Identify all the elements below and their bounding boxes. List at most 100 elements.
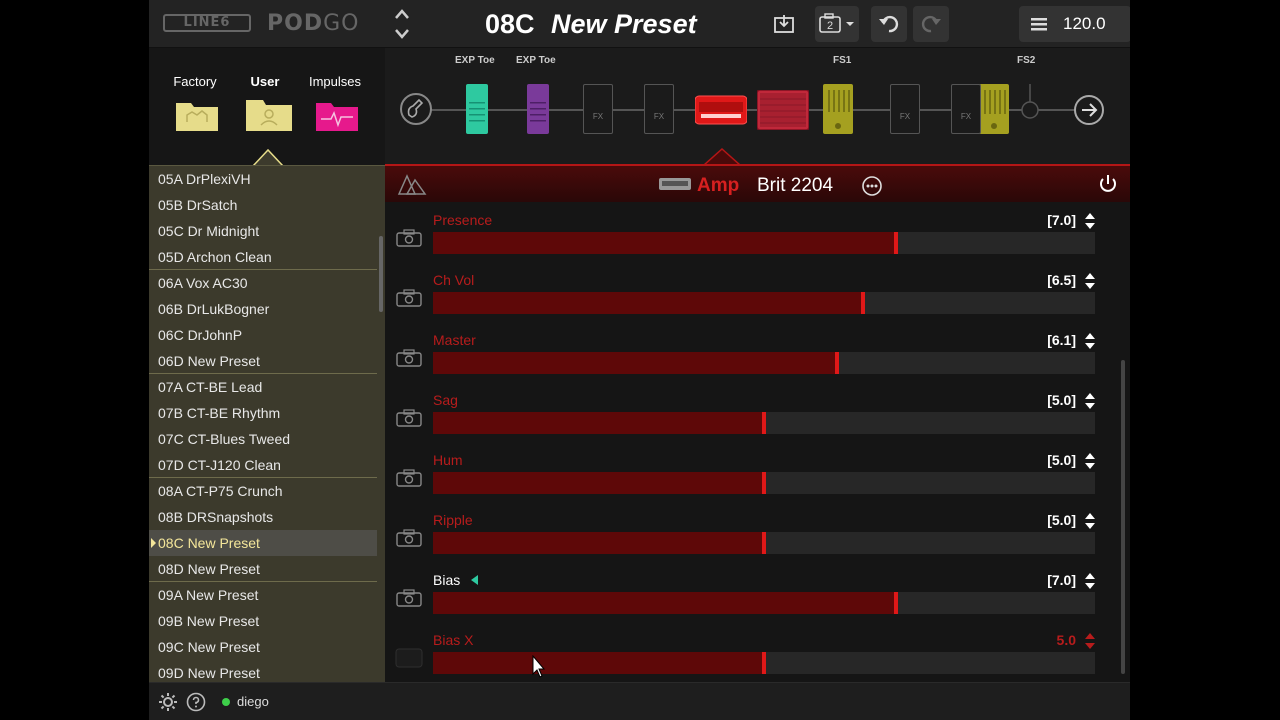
amp-head-icon[interactable] — [695, 94, 747, 126]
value-stepper-icon[interactable] — [1084, 452, 1096, 470]
param-value[interactable]: [6.1] — [1047, 332, 1076, 348]
list-item[interactable]: 08B DRSnapshots — [149, 504, 377, 530]
param-slider-handle[interactable] — [762, 652, 766, 674]
fx-slot-empty-3[interactable]: FX — [890, 84, 920, 134]
list-item[interactable]: 09C New Preset — [149, 634, 377, 660]
list-item[interactable]: 07B CT-BE Rhythm — [149, 400, 377, 426]
param-slider-handle[interactable] — [835, 352, 839, 374]
param-slider-handle[interactable] — [762, 532, 766, 554]
selected-block-pointer — [704, 147, 740, 165]
param-name: Presence — [433, 212, 493, 228]
list-item[interactable]: 09A New Preset — [149, 582, 377, 608]
snapshot-camera-icon[interactable] — [395, 348, 423, 368]
list-item-selected[interactable]: 08C New Preset — [149, 530, 377, 556]
param-slider[interactable] — [433, 232, 1095, 254]
list-item[interactable]: 07D CT-J120 Clean — [149, 452, 377, 478]
param-slider[interactable] — [433, 592, 1095, 614]
param-slider-handle[interactable] — [894, 232, 898, 254]
param-value[interactable]: [6.5] — [1047, 272, 1076, 288]
snapshot-camera-icon[interactable] — [395, 288, 423, 308]
fs2-empty-slot-icon[interactable] — [1018, 84, 1042, 136]
fx-slot-empty-4[interactable]: FX — [951, 84, 981, 134]
list-item[interactable]: 06A Vox AC30 — [149, 270, 377, 296]
param-slider-fill — [433, 532, 764, 554]
factory-folder-icon[interactable] — [175, 98, 219, 132]
preset-up-down-arrows[interactable] — [391, 6, 413, 42]
list-item[interactable]: 08A CT-P75 Crunch — [149, 478, 377, 504]
snapshot-camera-icon[interactable] — [395, 648, 423, 668]
snapshot-selector[interactable]: 2 — [815, 6, 859, 42]
user-folder-icon[interactable] — [245, 96, 293, 132]
param-name: Ripple — [433, 512, 473, 528]
volume-pedal-icon[interactable] — [465, 84, 489, 136]
preset-number[interactable]: 08C — [485, 9, 535, 40]
param-value[interactable]: [5.0] — [1047, 452, 1076, 468]
param-slider-handle[interactable] — [762, 412, 766, 434]
value-stepper-icon[interactable] — [1084, 632, 1096, 650]
param-row: Bias X 5.0 — [385, 622, 1130, 682]
snapshot-camera-icon[interactable] — [395, 528, 423, 548]
param-slider[interactable] — [433, 532, 1095, 554]
power-icon[interactable] — [1097, 173, 1119, 195]
more-options-icon[interactable] — [861, 175, 883, 197]
fx-slot-empty-2[interactable]: FX — [644, 84, 674, 134]
tab-factory[interactable]: Factory — [165, 74, 225, 89]
value-stepper-icon[interactable] — [1084, 332, 1096, 350]
snapshot-camera-icon[interactable] — [395, 588, 423, 608]
snapshot-camera-icon[interactable] — [395, 228, 423, 248]
list-item[interactable]: 05A DrPlexiVH — [149, 166, 377, 192]
list-item[interactable]: 06B DrLukBogner — [149, 296, 377, 322]
param-slider-handle[interactable] — [861, 292, 865, 314]
help-icon[interactable] — [186, 692, 206, 712]
model-library-icon[interactable] — [397, 172, 427, 196]
param-slider[interactable] — [433, 292, 1095, 314]
param-slider[interactable] — [433, 412, 1095, 434]
tempo-button[interactable]: 120.0 — [1019, 6, 1130, 42]
list-item[interactable]: 06C DrJohnP — [149, 322, 377, 348]
list-item[interactable]: 07C CT-Blues Tweed — [149, 426, 377, 452]
preset-name[interactable]: New Preset — [551, 9, 697, 40]
list-item[interactable]: 08D New Preset — [149, 556, 377, 582]
param-row: Ripple [5.0] — [385, 502, 1130, 562]
value-stepper-icon[interactable] — [1084, 512, 1096, 530]
amp-model-name[interactable]: Brit 2204 — [757, 175, 833, 197]
list-item[interactable]: 05C Dr Midnight — [149, 218, 377, 244]
tab-user[interactable]: User — [235, 74, 295, 89]
list-item[interactable]: 05B DrSatch — [149, 192, 377, 218]
eq-pedal-icon[interactable] — [979, 84, 1009, 136]
param-value[interactable]: [5.0] — [1047, 392, 1076, 408]
param-slider-handle[interactable] — [762, 472, 766, 494]
user-name[interactable]: diego — [237, 694, 269, 709]
undo-button[interactable] — [871, 6, 907, 42]
eq-pedal-fs1-icon[interactable] — [823, 84, 853, 136]
list-item[interactable]: 07A CT-BE Lead — [149, 374, 377, 400]
value-stepper-icon[interactable] — [1084, 272, 1096, 290]
snapshot-camera-icon[interactable] — [395, 408, 423, 428]
list-item[interactable]: 06D New Preset — [149, 348, 377, 374]
param-slider[interactable] — [433, 352, 1095, 374]
param-value[interactable]: [7.0] — [1047, 212, 1076, 228]
save-icon[interactable] — [771, 8, 797, 40]
wah-pedal-icon[interactable] — [526, 84, 550, 136]
fx-slot-empty-1[interactable]: FX — [583, 84, 613, 134]
value-stepper-icon[interactable] — [1084, 572, 1096, 590]
cabinet-icon[interactable] — [757, 90, 809, 130]
snapshot-camera-icon[interactable] — [395, 468, 423, 488]
param-slider[interactable] — [433, 472, 1095, 494]
list-item[interactable]: 09D New Preset — [149, 660, 377, 682]
redo-button[interactable] — [913, 6, 949, 42]
param-value[interactable]: [5.0] — [1047, 512, 1076, 528]
param-value[interactable]: [7.0] — [1047, 572, 1076, 588]
impulses-folder-icon[interactable] — [315, 98, 359, 132]
value-stepper-icon[interactable] — [1084, 212, 1096, 230]
list-item[interactable]: 09B New Preset — [149, 608, 377, 634]
value-stepper-icon[interactable] — [1084, 392, 1096, 410]
list-item[interactable]: 05D Archon Clean — [149, 244, 377, 270]
param-slider-handle[interactable] — [894, 592, 898, 614]
output-arrow-icon[interactable] — [1073, 94, 1105, 126]
input-guitar-icon[interactable] — [399, 92, 433, 126]
gear-icon[interactable] — [158, 692, 178, 712]
tab-impulses[interactable]: Impulses — [305, 74, 365, 89]
preset-list-scrollbar[interactable] — [379, 236, 383, 312]
param-value[interactable]: 5.0 — [1057, 632, 1076, 648]
